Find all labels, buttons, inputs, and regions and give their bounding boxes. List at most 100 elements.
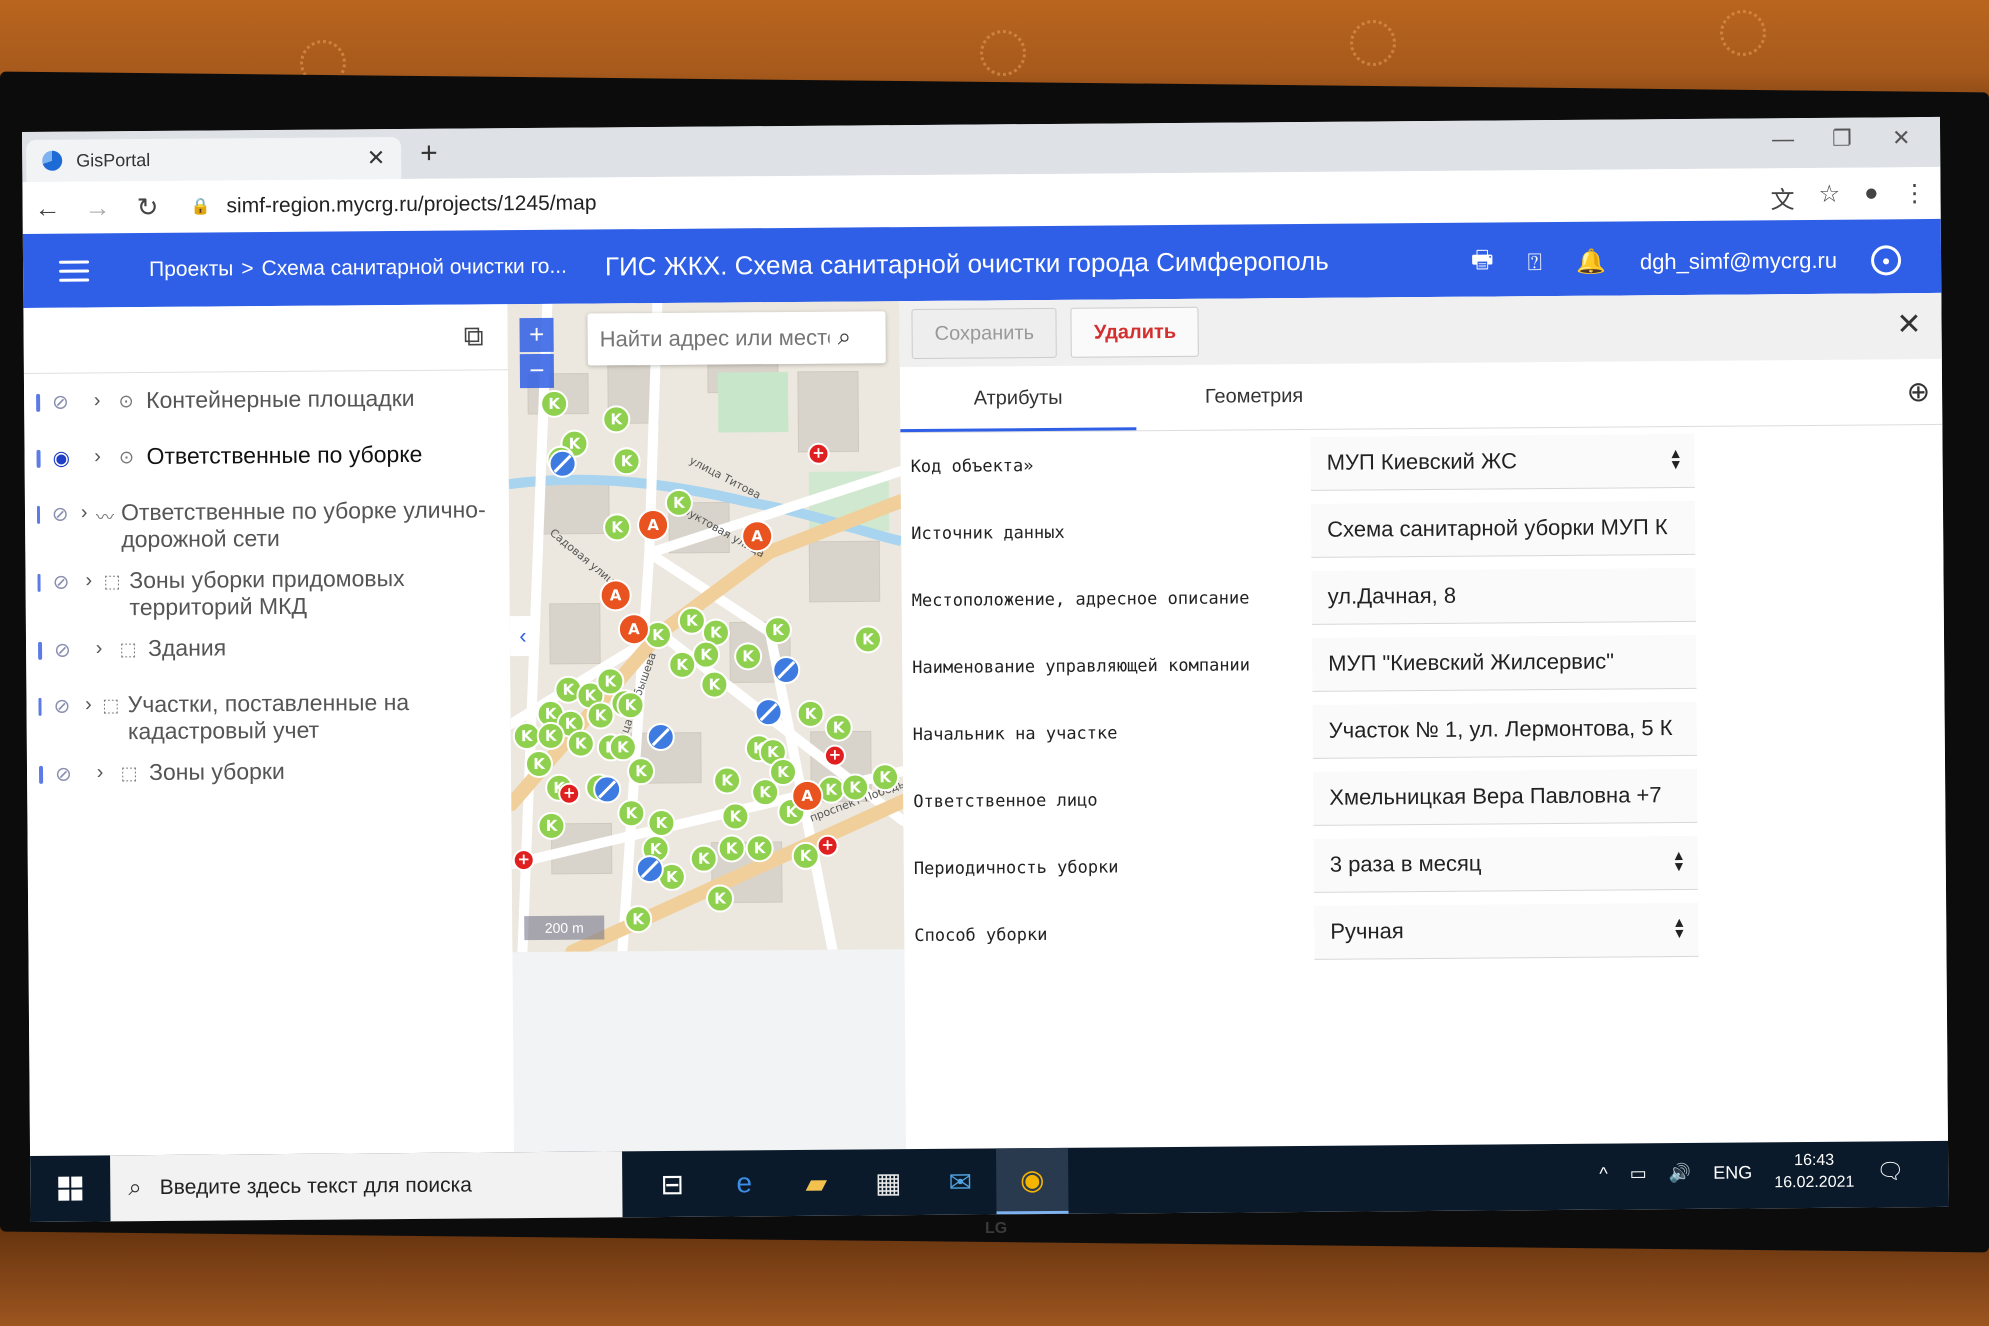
volume-icon[interactable]: 🔊 [1669, 1162, 1692, 1183]
print-icon[interactable]: 🖶 [1471, 242, 1494, 283]
language-indicator[interactable]: ENG [1713, 1162, 1752, 1183]
layer-item[interactable]: ⊘ › ⬚ Участки, поставленные на кадастровый … [26, 680, 510, 746]
field-input[interactable]: ул.Дачная, 8 [1311, 567, 1696, 625]
eye-off-icon[interactable]: ⊘ [52, 502, 74, 527]
close-window-icon[interactable]: ✕ [1892, 125, 1911, 151]
store-icon[interactable]: ▦ [852, 1149, 925, 1216]
layer-list: ⊘ › ⊙ Контейнерные площадки ◉ › ⊙ Ответственные… [24, 376, 511, 802]
eye-off-icon[interactable]: ⊘ [52, 390, 82, 415]
restore-icon[interactable]: ❐ [1832, 126, 1852, 152]
layer-drag-handle[interactable] [36, 505, 40, 524]
attribute-row: Начальник на участке Участок № 1, ул. Лер… [902, 693, 1944, 768]
breadcrumb-projects[interactable]: Проекты [149, 257, 233, 282]
task-view-icon[interactable]: ⊟ [636, 1151, 709, 1218]
chevron-right-icon[interactable]: › [84, 637, 114, 660]
map-canvas[interactable]: улица Титова Садовая улица улица Куйбыше… [507, 301, 905, 953]
field-input[interactable]: Хмельницкая Вера Павловна +7 [1313, 768, 1698, 826]
marker-letter: K [759, 783, 772, 801]
help-icon[interactable]: ⍰ [1527, 249, 1542, 277]
layer-item[interactable]: ⊘ › ⬚ Здания [26, 624, 510, 678]
tab-geometry[interactable]: Геометрия [1136, 363, 1373, 430]
marker-letter: K [833, 719, 846, 737]
clock[interactable]: 16:43 16.02.2021 [1774, 1150, 1854, 1195]
chevron-right-icon[interactable]: › [82, 445, 112, 468]
layer-item[interactable]: ⊘ › ⊙ Контейнерные площадки [24, 376, 508, 430]
zoom-in-button[interactable]: + [519, 317, 554, 353]
menu-kebab-icon[interactable]: ⋮ [1902, 179, 1926, 214]
eye-off-icon[interactable]: ⊘ [54, 694, 77, 719]
save-button[interactable]: Сохранить [911, 307, 1058, 360]
chrome-icon[interactable]: ◉ [996, 1147, 1069, 1215]
delete-button[interactable]: Удалить [1070, 306, 1200, 358]
layer-item[interactable]: ⊘ › 〰 Ответственные по уборке улично-дорожн… [25, 488, 509, 554]
attribute-form: Код объекта» МУП Киевский ЖС ▲ ▼ Источник да… [900, 425, 1946, 969]
address-bar[interactable]: 🔒 simf-region.mycrg.ru/projects/1245/map [190, 191, 597, 218]
layer-drag-handle[interactable] [36, 393, 41, 412]
eye-icon[interactable]: ◉ [52, 446, 82, 471]
avatar-icon[interactable]: ● [1870, 244, 1902, 275]
layer-drag-handle[interactable] [38, 697, 42, 716]
layer-settings-icon[interactable]: ⧉ [463, 320, 483, 353]
marker-cross: + [821, 836, 834, 854]
marker-letter: K [652, 626, 665, 644]
network-icon[interactable]: ▭ [1630, 1163, 1647, 1184]
collapse-panel-button[interactable]: ‹ [509, 615, 537, 657]
field-input[interactable]: Участок № 1, ул. Лермонтова, 5 К [1312, 701, 1697, 759]
new-tab-button[interactable]: + [420, 137, 438, 171]
marker-letter: K [595, 706, 608, 724]
chevron-right-icon[interactable]: › [77, 693, 100, 716]
bell-icon[interactable]: 🔔 [1576, 248, 1606, 277]
field-input[interactable]: Схема санитарной уборки МУП К [1310, 500, 1696, 558]
taskbar-search[interactable]: ⌕ Введите здесь текст для поиска [110, 1151, 623, 1222]
chevron-right-icon[interactable]: › [82, 389, 112, 412]
layer-item[interactable]: ⊘ › ⬚ Зоны уборки придомовых территорий МКД [25, 556, 509, 622]
layer-drag-handle[interactable] [38, 765, 44, 784]
field-input[interactable]: МУП "Киевский Жилсервис" [1312, 634, 1697, 692]
chevron-right-icon[interactable]: › [77, 569, 101, 592]
breadcrumb-current[interactable]: Схема санитарной очистки го... [262, 255, 567, 281]
chevron-right-icon[interactable]: › [73, 501, 95, 524]
edge-icon[interactable]: e [708, 1150, 781, 1217]
tray-chevron-icon[interactable]: ^ [1599, 1163, 1608, 1184]
zoom-out-button[interactable]: − [519, 353, 555, 389]
mail-icon[interactable]: ✉ [924, 1148, 997, 1215]
layer-drag-handle[interactable] [36, 449, 41, 468]
marker-letter: K [673, 494, 686, 512]
eye-off-icon[interactable]: ⊘ [54, 638, 84, 663]
locate-target-icon[interactable]: ⊕ [1906, 375, 1931, 408]
reload-icon[interactable]: ↻ [122, 191, 172, 222]
field-select[interactable]: Ручная ▲ ▼ [1314, 902, 1699, 960]
layer-drag-handle[interactable] [38, 641, 43, 660]
hamburger-menu-icon[interactable] [59, 254, 90, 287]
start-button[interactable] [30, 1155, 111, 1222]
marker-letter: K [610, 410, 623, 428]
notifications-icon[interactable]: 🗨 [1876, 1158, 1904, 1184]
map-view[interactable]: улица Титова Садовая улица улица Куйбыше… [507, 301, 905, 953]
eye-off-icon[interactable]: ⊘ [53, 570, 77, 595]
layer-item[interactable]: ◉ › ⊙ Ответственные по уборке [24, 432, 508, 486]
marker-letter: K [625, 804, 638, 822]
field-select[interactable]: 3 раза в месяц ▲ ▼ [1313, 835, 1698, 893]
close-tab-icon[interactable]: ✕ [367, 145, 386, 171]
profile-icon[interactable]: ● [1864, 179, 1879, 214]
translate-icon[interactable]: 文 [1770, 180, 1794, 215]
field-value: МУП Киевский ЖС [1326, 448, 1518, 475]
field-select[interactable]: МУП Киевский ЖС ▲ ▼ [1310, 433, 1695, 491]
bookmark-star-icon[interactable]: ☆ [1818, 180, 1840, 215]
user-email[interactable]: dgh_simf@mycrg.ru [1640, 247, 1837, 275]
browser-tab[interactable]: GisPortal ✕ [26, 137, 402, 182]
marker-letter: K [548, 395, 561, 413]
minimize-icon[interactable]: — [1772, 126, 1794, 152]
search-icon[interactable]: ⌕ [838, 323, 852, 351]
chevron-right-icon[interactable]: › [85, 761, 115, 784]
map-search-input[interactable] [599, 324, 830, 353]
layer-item[interactable]: ⊘ › ⬚ Зоны уборки [27, 748, 511, 802]
file-explorer-icon[interactable]: ▰ [780, 1150, 853, 1217]
close-icon[interactable]: ✕ [1896, 307, 1921, 342]
eye-off-icon[interactable]: ⊘ [55, 762, 85, 787]
polygon-layer-icon: ⬚ [120, 763, 138, 784]
tab-attributes[interactable]: Атрибуты [899, 365, 1137, 433]
back-icon[interactable]: ← [22, 192, 72, 223]
forward-icon[interactable]: → [72, 192, 122, 223]
layer-drag-handle[interactable] [37, 573, 41, 592]
